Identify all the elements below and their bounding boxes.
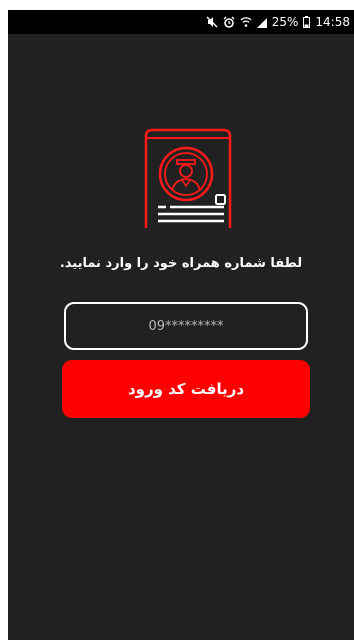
phone-number-input[interactable] xyxy=(64,302,308,350)
get-login-code-button[interactable]: دریافت کد ورود xyxy=(62,360,310,418)
alarm-icon xyxy=(223,16,235,28)
battery-icon xyxy=(303,16,311,28)
signal-icon xyxy=(256,16,267,28)
mute-icon xyxy=(206,16,218,28)
status-bar: 25% 14:58 xyxy=(8,10,354,34)
battery-percent: 25% xyxy=(271,15,299,29)
login-prompt: لطفا شماره همراه خود را وارد نمایید. xyxy=(59,256,303,271)
login-screen: 25% 14:58 لطفا شماره همراه خود را وارد ن… xyxy=(8,10,354,640)
wifi-icon xyxy=(240,16,252,28)
profile-card-icon xyxy=(136,128,232,238)
clock: 14:58 xyxy=(315,15,350,29)
